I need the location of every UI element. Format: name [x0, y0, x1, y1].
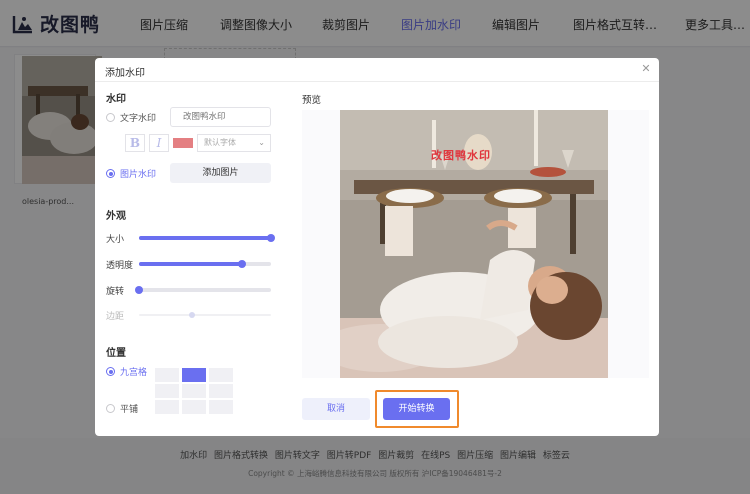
- margin-slider-fill: [139, 314, 192, 318]
- italic-button[interactable]: I: [149, 134, 169, 152]
- add-watermark-dialog: 添加水印 ✕ 水印 文字水印 B I 默认字体 ⌄ 图片水印 添加图片 外观 大…: [95, 58, 659, 436]
- size-slider-fill: [139, 236, 271, 240]
- margin-slider: [139, 312, 271, 318]
- watermark-text-input[interactable]: [170, 107, 271, 127]
- opacity-slider-label: 透明度: [106, 261, 134, 271]
- image-watermark-radio[interactable]: [106, 169, 115, 178]
- text-watermark-label[interactable]: 文字水印: [120, 111, 156, 124]
- close-icon[interactable]: ✕: [639, 62, 653, 76]
- dialog-header: 添加水印 ✕: [95, 58, 659, 82]
- watermark-text-overlay[interactable]: 改图鸭水印: [431, 147, 491, 163]
- appearance-section-title: 外观: [106, 211, 126, 222]
- dialog-title: 添加水印: [105, 68, 145, 79]
- grid-position-label[interactable]: 九宫格: [120, 365, 147, 378]
- size-slider-handle[interactable]: [267, 234, 275, 242]
- image-watermark-label[interactable]: 图片水印: [120, 167, 156, 180]
- grid-position-radio[interactable]: [106, 367, 115, 376]
- text-watermark-radio[interactable]: [106, 113, 115, 122]
- position-cell-middle-right[interactable]: [209, 384, 233, 398]
- tile-position-label[interactable]: 平铺: [120, 402, 138, 415]
- position-cell-bottom-right[interactable]: [209, 400, 233, 414]
- rotation-slider-handle[interactable]: [135, 286, 143, 294]
- size-slider[interactable]: [139, 234, 275, 242]
- position-cell-top-left[interactable]: [155, 368, 179, 382]
- opacity-slider-fill: [139, 262, 242, 266]
- position-cell-top-center[interactable]: [182, 368, 206, 382]
- watermark-section-title: 水印: [106, 94, 126, 105]
- tile-position-radio[interactable]: [106, 404, 115, 413]
- opacity-slider[interactable]: [139, 260, 271, 268]
- margin-slider-handle: [188, 312, 195, 318]
- rotation-slider-label: 旋转: [106, 287, 125, 297]
- preview-image: 改图鸭水印: [340, 110, 608, 378]
- cancel-button[interactable]: 取消: [302, 398, 370, 420]
- rotation-slider[interactable]: [135, 286, 271, 294]
- position-cell-bottom-left[interactable]: [155, 400, 179, 414]
- chevron-down-icon: ⌄: [258, 138, 265, 147]
- size-slider-label: 大小: [106, 235, 125, 245]
- position-cell-bottom-center[interactable]: [182, 400, 206, 414]
- position-grid: [155, 368, 235, 414]
- position-section-title: 位置: [106, 348, 126, 359]
- position-cell-middle-left[interactable]: [155, 384, 179, 398]
- preview-panel: 改图鸭水印: [302, 110, 649, 378]
- position-cell-center[interactable]: [182, 384, 206, 398]
- margin-slider-label: 边距: [106, 312, 125, 322]
- font-select-value: 默认字体: [204, 138, 236, 147]
- preview-label: 预览: [302, 95, 322, 106]
- bold-button[interactable]: B: [125, 134, 145, 152]
- opacity-slider-handle[interactable]: [237, 260, 246, 268]
- add-image-button[interactable]: 添加图片: [170, 163, 271, 183]
- font-family-select[interactable]: 默认字体 ⌄: [197, 134, 271, 152]
- text-color-swatch[interactable]: [173, 138, 193, 148]
- start-conversion-button[interactable]: 开始转换: [383, 398, 450, 420]
- position-cell-top-right[interactable]: [209, 368, 233, 382]
